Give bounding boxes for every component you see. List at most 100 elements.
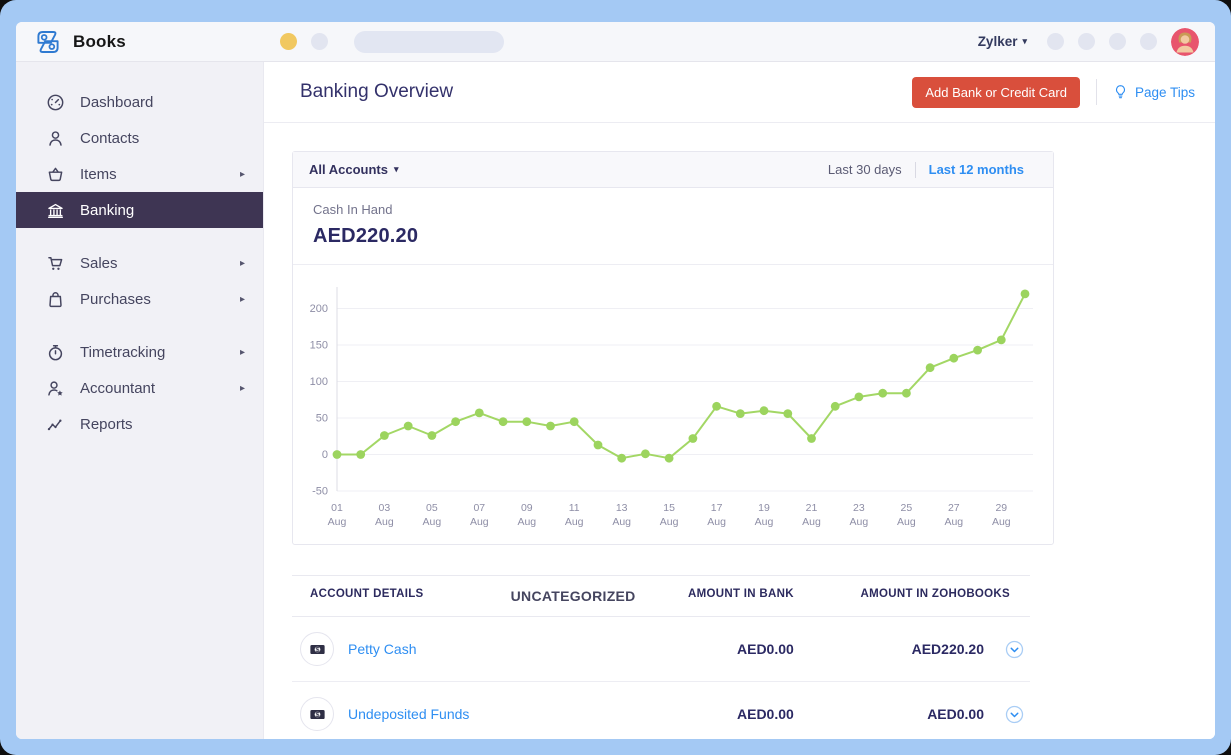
- sidebar: Dashboard Contacts Items ▸ Banking Sales ▸ Purc…: [16, 62, 264, 739]
- sidebar-item-items[interactable]: Items ▸: [16, 156, 263, 192]
- svg-text:Aug: Aug: [328, 516, 347, 528]
- topbar-icon-placeholder-3[interactable]: [1109, 33, 1126, 50]
- topbar-center: [272, 30, 504, 53]
- topbar-dot-yellow[interactable]: [280, 33, 297, 50]
- lightbulb-icon: [1115, 85, 1125, 99]
- svg-text:Aug: Aug: [660, 516, 679, 528]
- account-row: $ Petty Cash AED0.00 AED220.20: [292, 617, 1030, 682]
- main-content: Banking Overview Add Bank or Credit Card…: [264, 62, 1215, 739]
- cart-icon: [46, 254, 65, 273]
- sidebar-item-sales[interactable]: Sales ▸: [16, 245, 263, 281]
- chevron-right-icon: ▸: [239, 257, 245, 269]
- svg-text:Aug: Aug: [423, 516, 442, 528]
- range-option-last-12-months[interactable]: Last 12 months: [916, 160, 1037, 179]
- bag-icon: [46, 290, 65, 309]
- topbar-icon-placeholder-1[interactable]: [1047, 33, 1064, 50]
- account-name-link[interactable]: Undeposited Funds: [348, 706, 469, 722]
- amount-in-bank-cell: AED0.00: [737, 641, 794, 657]
- svg-text:09: 09: [521, 502, 533, 514]
- caret-down-icon: ▾: [393, 164, 399, 174]
- svg-text:200: 200: [310, 303, 328, 315]
- svg-text:01: 01: [331, 502, 343, 514]
- banking-overview-card: All Accounts ▾ Last 30 days Last 12 month…: [292, 151, 1054, 545]
- header-divider: [264, 122, 1215, 123]
- account-name-link[interactable]: Petty Cash: [348, 641, 416, 657]
- topbar-icon-placeholder-2[interactable]: [1078, 33, 1095, 50]
- sidebar-item-purchases[interactable]: Purchases ▸: [16, 281, 263, 317]
- page-header: Banking Overview Add Bank or Credit Card…: [292, 62, 1195, 122]
- chevron-down-circle-icon[interactable]: [1005, 640, 1024, 659]
- date-range-toggle: Last 30 days Last 12 months: [815, 160, 1037, 179]
- svg-text:13: 13: [616, 502, 628, 514]
- amount-in-zohobooks-cell: AED220.20: [911, 641, 984, 657]
- chevron-right-icon: ▸: [239, 346, 245, 358]
- sidebar-item-label: Items: [80, 165, 117, 183]
- topbar-right: Zylker ▾: [978, 27, 1199, 56]
- header-separator: [1095, 79, 1097, 105]
- cash-icon: $: [300, 632, 334, 666]
- svg-text:150: 150: [310, 340, 328, 352]
- account-filter-dropdown[interactable]: All Accounts ▾: [309, 162, 399, 177]
- sidebar-item-label: Banking: [80, 201, 135, 219]
- svg-text:Aug: Aug: [944, 516, 963, 528]
- svg-text:0: 0: [322, 449, 328, 461]
- sidebar-item-contacts[interactable]: Contacts: [16, 120, 263, 156]
- svg-text:Aug: Aug: [375, 516, 394, 528]
- books-logo-icon: [32, 26, 64, 58]
- card-header: All Accounts ▾ Last 30 days Last 12 month…: [293, 152, 1053, 188]
- row-actions: [984, 705, 1030, 724]
- account-details-cell: $ Petty Cash: [292, 632, 499, 666]
- svg-text:11: 11: [569, 502, 580, 514]
- search-bar[interactable]: [354, 30, 504, 53]
- person-icon: [46, 129, 65, 148]
- sidebar-item-banking[interactable]: Banking: [16, 192, 263, 228]
- sidebar-item-reports[interactable]: Reports: [16, 406, 263, 442]
- accounts-table: ACCOUNT DETAILS UNCATEGORIZED AMOUNT IN …: [292, 575, 1030, 739]
- svg-text:Aug: Aug: [517, 516, 536, 528]
- app-window: Books Zylker ▾ Dashboard Contacts Items …: [16, 22, 1215, 739]
- svg-text:Aug: Aug: [755, 516, 774, 528]
- cash-summary-value: AED220.20: [313, 225, 419, 247]
- person-star-icon: [46, 379, 65, 398]
- svg-text:Aug: Aug: [470, 516, 489, 528]
- cash-flow-chart: 200 150 100 50 0 -50 01 Aug 03 Aug 05 Aug 07 Aug 09 Aug…: [293, 265, 1053, 544]
- account-details-cell: $ Undeposited Funds: [292, 697, 499, 731]
- add-bank-button[interactable]: Add Bank or Credit Card: [912, 76, 1080, 108]
- basket-icon: [46, 165, 65, 184]
- sidebar-item-accountant[interactable]: Accountant ▸: [16, 370, 263, 406]
- chevron-right-icon: ▸: [239, 382, 245, 394]
- svg-text:25: 25: [901, 502, 913, 514]
- column-header-account-details: ACCOUNT DETAILS: [310, 588, 424, 600]
- svg-text:19: 19: [758, 502, 770, 514]
- sidebar-item-label: Purchases: [80, 290, 151, 308]
- brand-name: Books: [73, 31, 126, 51]
- page-title: Banking Overview: [300, 81, 454, 102]
- amount-in-zohobooks-cell: AED0.00: [927, 706, 984, 722]
- svg-text:$: $: [315, 710, 319, 718]
- org-switcher[interactable]: Zylker ▾: [978, 34, 1027, 49]
- topbar-dot-gray[interactable]: [311, 33, 328, 50]
- sidebar-item-label: Accountant: [80, 379, 156, 397]
- sidebar-item-label: Sales: [80, 254, 118, 272]
- sidebar-item-timetracking[interactable]: Timetracking ▸: [16, 334, 263, 370]
- brand[interactable]: Books: [32, 26, 272, 58]
- page-tips-button[interactable]: Page Tips: [1113, 84, 1195, 100]
- column-header-amount-in-bank: AMOUNT IN BANK: [688, 588, 794, 600]
- row-actions: [984, 640, 1030, 659]
- sidebar-item-label: Dashboard: [80, 93, 154, 111]
- sidebar-item-label: Contacts: [80, 129, 140, 147]
- svg-text:Aug: Aug: [707, 516, 726, 528]
- user-avatar[interactable]: [1171, 27, 1199, 56]
- svg-text:27: 27: [948, 502, 960, 514]
- caret-down-icon: ▾: [1022, 36, 1027, 46]
- svg-text:Aug: Aug: [612, 516, 631, 528]
- topbar-icon-placeholder-4[interactable]: [1140, 33, 1157, 50]
- stopwatch-icon: [46, 343, 65, 362]
- chevron-down-circle-icon[interactable]: [1005, 705, 1024, 724]
- svg-text:Aug: Aug: [802, 516, 821, 528]
- range-option-last-30-days[interactable]: Last 30 days: [815, 160, 915, 179]
- svg-text:05: 05: [426, 502, 438, 514]
- chevron-right-icon: ▸: [239, 168, 245, 180]
- sidebar-item-dashboard[interactable]: Dashboard: [16, 84, 263, 120]
- svg-text:Aug: Aug: [992, 516, 1011, 528]
